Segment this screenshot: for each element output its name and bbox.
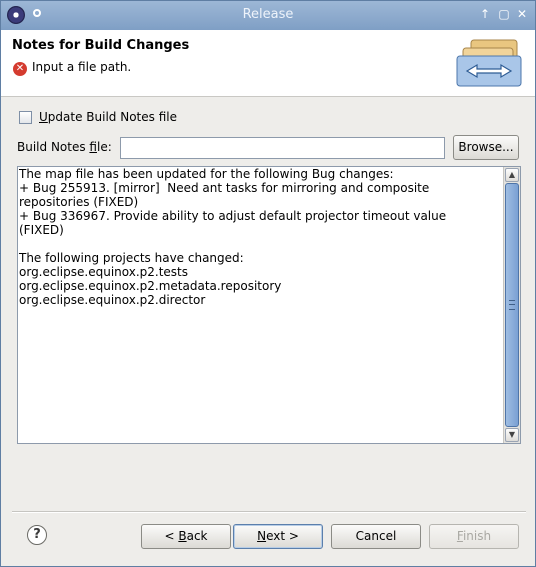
- next-button[interactable]: Next >: [233, 524, 323, 549]
- folders-sync-icon: [456, 39, 522, 87]
- build-notes-file-label: Build Notes file:: [17, 140, 112, 154]
- cancel-button[interactable]: Cancel: [331, 524, 421, 549]
- build-notes-file-input[interactable]: [120, 137, 445, 159]
- update-build-notes-label[interactable]: Update Build Notes file: [39, 110, 177, 124]
- help-icon[interactable]: ?: [27, 525, 47, 545]
- error-message: Input a file path.: [32, 60, 132, 74]
- vertical-scrollbar[interactable]: ▲ ▼: [503, 167, 520, 443]
- wizard-header: Notes for Build Changes ✕ Input a file p…: [1, 30, 535, 97]
- browse-button[interactable]: Browse...: [453, 135, 519, 160]
- scroll-up-button[interactable]: ▲: [505, 168, 519, 182]
- page-title: Notes for Build Changes: [12, 38, 190, 53]
- notes-text[interactable]: The map file has been updated for the fo…: [18, 167, 505, 443]
- close-icon[interactable]: ✕: [515, 7, 529, 21]
- up-arrow-icon[interactable]: ↑: [478, 7, 492, 21]
- error-icon: ✕: [13, 62, 27, 76]
- window-title: Release: [242, 7, 294, 22]
- scroll-thumb[interactable]: [505, 183, 519, 427]
- update-build-notes-checkbox[interactable]: [19, 111, 32, 124]
- button-bar-separator: [12, 511, 526, 513]
- title-bar[interactable]: Release ↑ ▢ ✕: [1, 1, 535, 30]
- grip-icon: [509, 300, 515, 310]
- finish-button[interactable]: Finish: [429, 524, 519, 549]
- notes-text-area[interactable]: The map file has been updated for the fo…: [17, 166, 521, 444]
- release-dialog: Release ↑ ▢ ✕ Notes for Build Changes ✕ …: [0, 0, 536, 567]
- maximize-icon[interactable]: ▢: [497, 7, 511, 21]
- back-button[interactable]: < Back: [141, 524, 231, 549]
- scroll-down-button[interactable]: ▼: [505, 428, 519, 442]
